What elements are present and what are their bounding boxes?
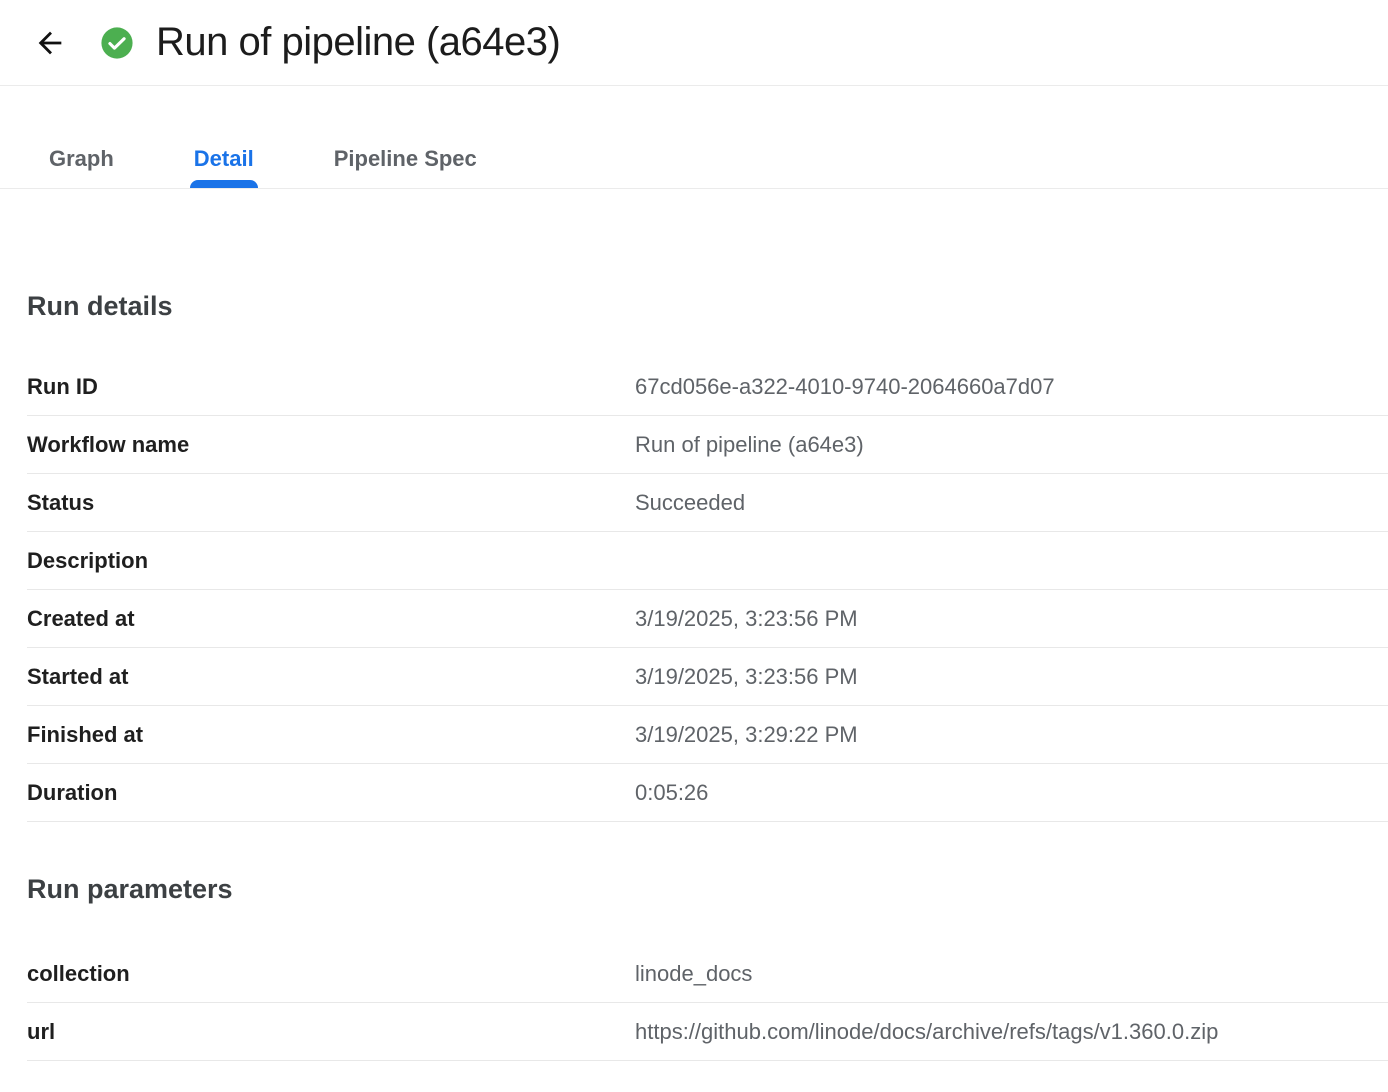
- tab-pipeline-spec[interactable]: Pipeline Spec: [294, 146, 517, 188]
- row-value: 3/19/2025, 3:29:22 PM: [635, 722, 858, 748]
- row-value: 67cd056e-a322-4010-9740-2064660a7d07: [635, 374, 1055, 400]
- row-value: Succeeded: [635, 490, 745, 516]
- row-label: Description: [27, 548, 635, 574]
- tab-graph[interactable]: Graph: [9, 146, 154, 188]
- row-workflow-name: Workflow name Run of pipeline (a64e3): [27, 416, 1388, 474]
- row-description: Description: [27, 532, 1388, 590]
- run-details-table: Run ID 67cd056e-a322-4010-9740-2064660a7…: [27, 358, 1388, 822]
- row-value: linode_docs: [635, 961, 752, 987]
- row-label: Created at: [27, 606, 635, 632]
- run-parameters-heading: Run parameters: [27, 874, 1388, 905]
- row-value: Run of pipeline (a64e3): [635, 432, 864, 458]
- page-header: Run of pipeline (a64e3): [0, 0, 1388, 86]
- row-duration: Duration 0:05:26: [27, 764, 1388, 822]
- row-finished-at: Finished at 3/19/2025, 3:29:22 PM: [27, 706, 1388, 764]
- row-label: Duration: [27, 780, 635, 806]
- row-param-url: url https://github.com/linode/docs/archi…: [27, 1003, 1388, 1061]
- row-label: Workflow name: [27, 432, 635, 458]
- run-parameters-table: collection linode_docs url https://githu…: [27, 945, 1388, 1061]
- row-label: Status: [27, 490, 635, 516]
- row-status: Status Succeeded: [27, 474, 1388, 532]
- back-button[interactable]: [30, 23, 70, 63]
- row-label: Started at: [27, 664, 635, 690]
- row-value: https://github.com/linode/docs/archive/r…: [635, 1019, 1218, 1045]
- tab-indicator: [190, 180, 258, 188]
- tab-detail[interactable]: Detail: [154, 146, 294, 188]
- row-run-id: Run ID 67cd056e-a322-4010-9740-2064660a7…: [27, 358, 1388, 416]
- detail-panel: Run details Run ID 67cd056e-a322-4010-97…: [0, 291, 1388, 1061]
- run-details-heading: Run details: [27, 291, 1388, 322]
- row-label: Run ID: [27, 374, 635, 400]
- row-value: 3/19/2025, 3:23:56 PM: [635, 664, 858, 690]
- row-created-at: Created at 3/19/2025, 3:23:56 PM: [27, 590, 1388, 648]
- status-succeeded-icon: [100, 26, 134, 60]
- page-title: Run of pipeline (a64e3): [156, 20, 560, 65]
- row-label: url: [27, 1019, 635, 1045]
- back-arrow-icon: [33, 26, 67, 60]
- row-label: Finished at: [27, 722, 635, 748]
- row-started-at: Started at 3/19/2025, 3:23:56 PM: [27, 648, 1388, 706]
- tab-bar: Graph Detail Pipeline Spec: [0, 86, 1388, 189]
- row-param-collection: collection linode_docs: [27, 945, 1388, 1003]
- row-value: 3/19/2025, 3:23:56 PM: [635, 606, 858, 632]
- row-value: 0:05:26: [635, 780, 708, 806]
- row-label: collection: [27, 961, 635, 987]
